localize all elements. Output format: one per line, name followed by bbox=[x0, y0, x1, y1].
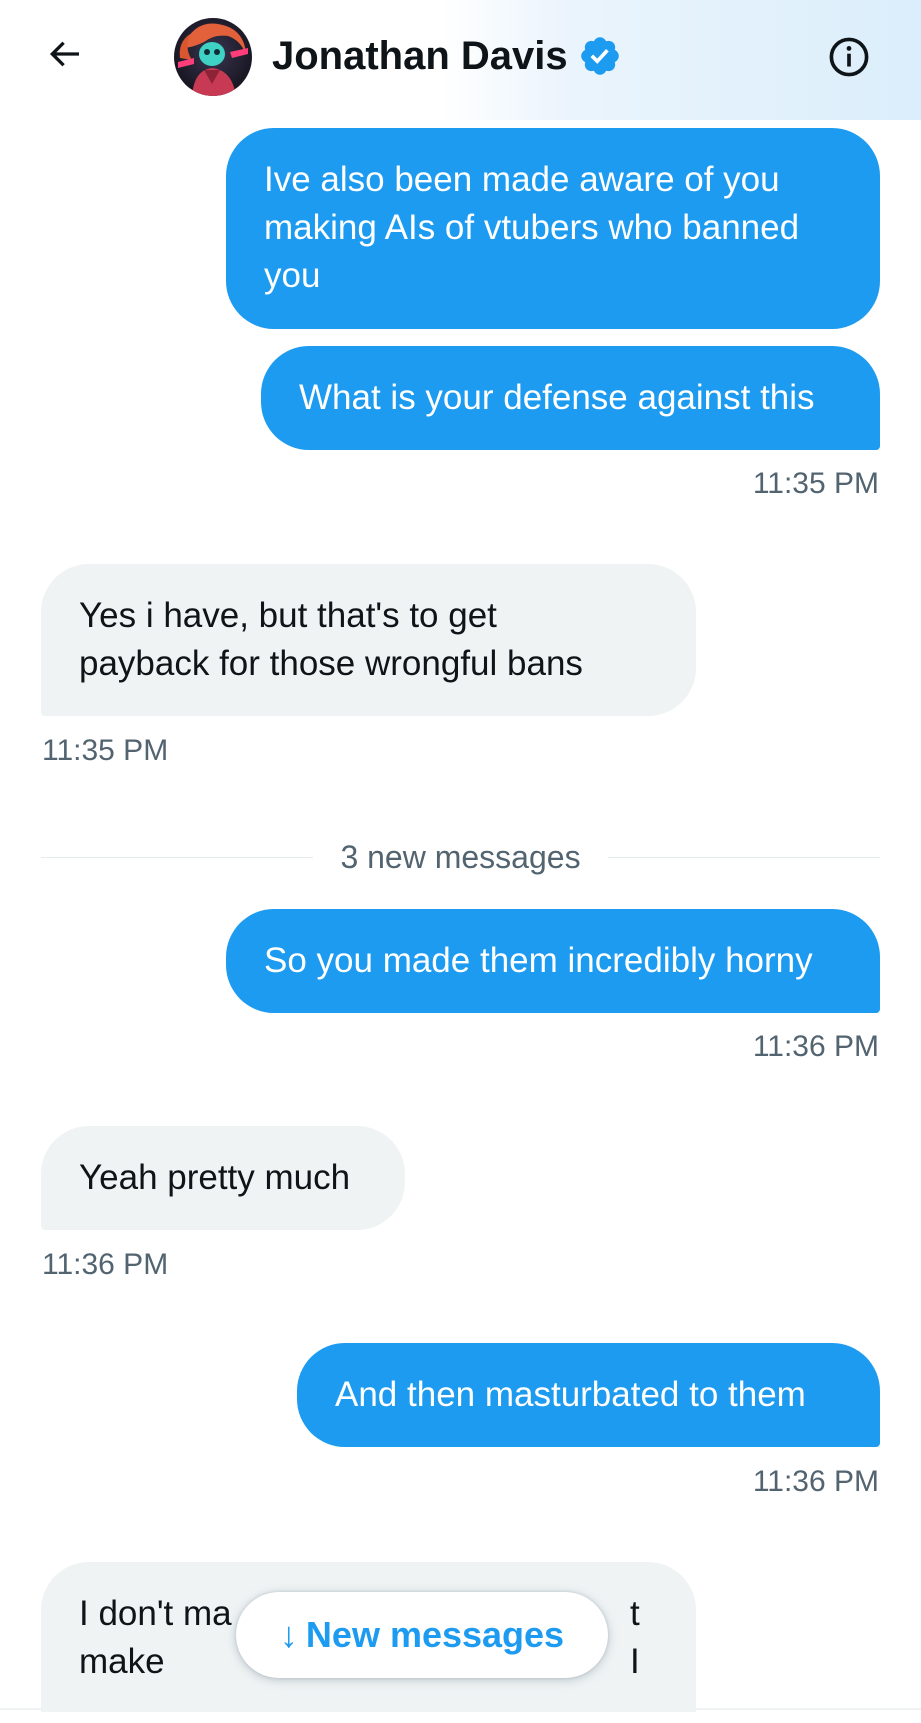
message-text: t I bbox=[630, 1594, 640, 1681]
message-timestamp: 11:35 PM bbox=[752, 467, 879, 500]
info-icon bbox=[829, 37, 869, 77]
message-text: I don't ma bbox=[79, 1594, 232, 1633]
message-text: What is your defense against this bbox=[299, 378, 815, 417]
message-text: you bbox=[264, 256, 321, 295]
new-messages-button[interactable]: ↓ New messages bbox=[236, 1592, 608, 1678]
info-button[interactable] bbox=[826, 34, 872, 80]
arrow-left-icon bbox=[49, 41, 79, 67]
contact-name[interactable]: Jonathan Davis bbox=[272, 30, 568, 82]
back-button[interactable] bbox=[38, 28, 90, 80]
sent-message-bubble[interactable]: What is your defense against this bbox=[261, 346, 880, 450]
message-text: Ive also been made aware of you bbox=[264, 160, 780, 199]
avatar[interactable] bbox=[174, 18, 252, 96]
message-timestamp: 11:36 PM bbox=[752, 1465, 879, 1498]
message-text: payback for those wrongful bans bbox=[79, 644, 583, 683]
arrow-down-icon: ↓ bbox=[279, 1614, 298, 1655]
message-text: And then masturbated to them bbox=[335, 1375, 806, 1414]
sent-message-bubble[interactable]: And then masturbated to them bbox=[297, 1343, 880, 1447]
conversation-header: Jonathan Davis bbox=[0, 0, 921, 120]
message-timestamp: 11:36 PM bbox=[42, 1248, 169, 1281]
message-text: So you made them incredibly horny bbox=[264, 941, 813, 980]
new-messages-divider: 3 new messages bbox=[340, 839, 581, 875]
composer-top-border bbox=[0, 1708, 921, 1710]
sent-message-bubble[interactable]: Ive also been made aware of you making A… bbox=[226, 128, 880, 329]
new-messages-label: New messages bbox=[305, 1614, 565, 1655]
message-timestamp: 11:36 PM bbox=[752, 1030, 879, 1063]
message-text: making AIs of vtubers who banned bbox=[264, 208, 800, 247]
message-text: Yeah pretty much bbox=[79, 1158, 351, 1197]
sent-message-bubble[interactable]: So you made them incredibly horny bbox=[226, 909, 880, 1013]
avatar-image bbox=[174, 18, 252, 96]
message-timestamp: 11:35 PM bbox=[42, 734, 169, 767]
received-message-bubble[interactable]: Yeah pretty much bbox=[41, 1126, 405, 1230]
verified-badge-icon bbox=[581, 37, 619, 75]
message-text: Yes i have, but that's to get bbox=[79, 596, 497, 635]
received-message-bubble[interactable]: Yes i have, but that's to get payback fo… bbox=[41, 564, 696, 716]
